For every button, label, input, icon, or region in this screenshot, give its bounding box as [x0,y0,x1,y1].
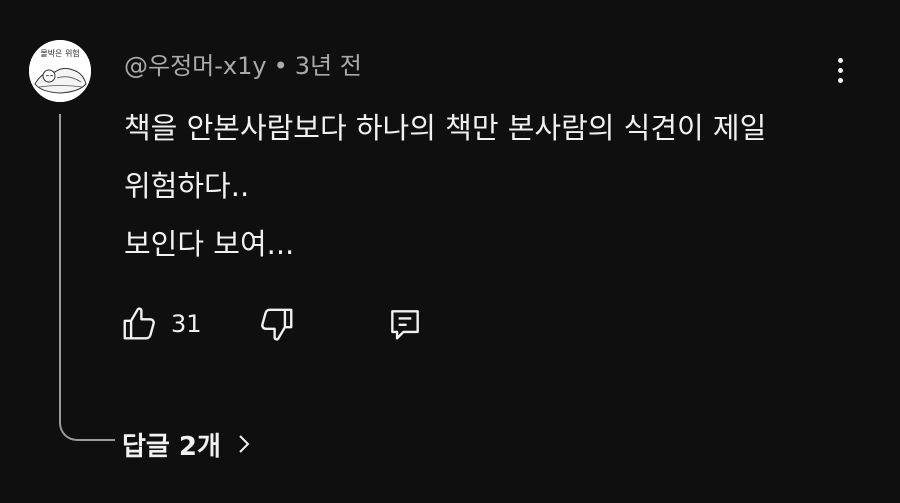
thumbs-up-icon [123,307,155,340]
like-count: 31 [171,310,202,338]
avatar-text: 몰박은 위험 [40,48,79,58]
view-replies-button[interactable]: 답글 2개 [122,423,251,465]
comment-line: 책을 안본사람보다 하나의 책만 본사람의 식견이 제일 [124,111,767,145]
meta-separator: • [273,52,288,80]
reply-thread-line [59,114,115,441]
dislike-button[interactable] [258,302,296,346]
comment-body: 책을 안본사람보다 하나의 책만 본사람의 식견이 제일 위험하다.. 보인다 … [124,99,844,273]
replies-label: 답글 2개 [122,431,221,462]
more-vertical-icon-dot [837,77,843,83]
comment-meta: @우정머-x1y • 3년 전 [124,48,362,84]
author-name[interactable]: @우정머-x1y [124,52,267,80]
like-button[interactable]: 31 [120,302,202,346]
reply-comment-icon [391,310,419,340]
avatar[interactable]: 몰박은 위험 [29,40,91,102]
more-vertical-icon [837,57,843,63]
comment-time[interactable]: 3년 전 [295,52,362,80]
thumbs-down-icon [261,308,293,341]
comment-line: 위험하다.. [124,169,250,203]
more-vertical-icon-dot [837,67,843,73]
reply-button[interactable] [386,302,424,346]
avatar-illustration: 몰박은 위험 [29,40,91,102]
chevron-right-icon [237,433,251,455]
comment-line: 보인다 보여... [124,227,295,261]
more-options-button[interactable] [826,52,854,88]
